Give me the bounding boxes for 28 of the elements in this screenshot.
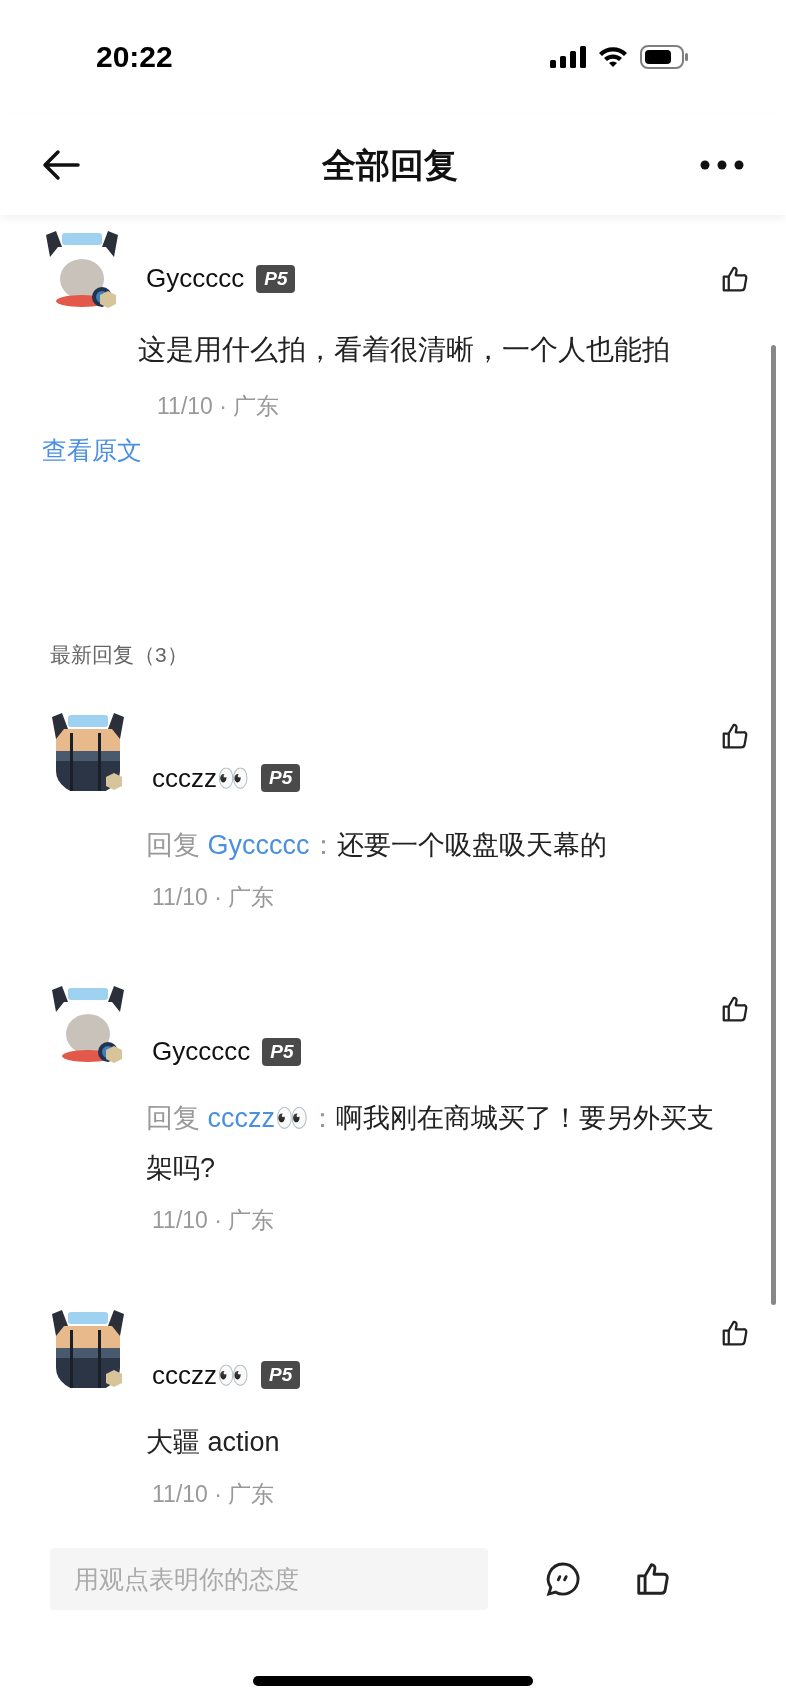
level-badge: P5: [256, 264, 296, 293]
comment-icon[interactable]: [544, 1560, 582, 1598]
back-icon[interactable]: [42, 149, 80, 181]
more-icon[interactable]: [700, 160, 744, 170]
level-badge: P5: [262, 1037, 302, 1066]
username[interactable]: Gyccccc: [152, 1032, 251, 1071]
comment-text: 这是用什么拍，看着很清晰，一个人也能拍: [138, 333, 671, 367]
comment-meta: 11/10 · 广东: [157, 392, 281, 421]
thumbs-up-icon[interactable]: [634, 1560, 672, 1598]
reply-meta: 11/10 · 广东: [152, 882, 276, 912]
page-title: 全部回复: [322, 144, 458, 186]
thumbs-up-icon[interactable]: [720, 994, 750, 1024]
reply-text: 回复 Gyccccc：还要一个吸盘吸天幕的: [146, 828, 608, 862]
reply-meta: 11/10 · 广东: [152, 1206, 276, 1235]
username[interactable]: Gyccccc: [146, 259, 245, 298]
battery-icon: [640, 44, 690, 69]
replies-heading: 最新回复（3）: [50, 642, 189, 668]
signal-icon: [550, 45, 586, 68]
comment-input[interactable]: 用观点表明你的态度: [50, 1548, 488, 1610]
level-badge: P5: [261, 1361, 301, 1389]
reply-text: 回复 ccczz👀：啊我刚在商城买了！要另外买支架吗?: [146, 1102, 715, 1185]
username[interactable]: ccczz👀: [152, 758, 249, 798]
level-badge: P5: [261, 764, 301, 792]
username[interactable]: ccczz👀: [152, 1355, 249, 1395]
reply-meta: 11/10 · 广东: [152, 1479, 276, 1509]
wifi-icon: [598, 45, 628, 68]
status-time: 20:22: [96, 39, 173, 75]
reply-text: 大疆 action: [146, 1425, 281, 1459]
